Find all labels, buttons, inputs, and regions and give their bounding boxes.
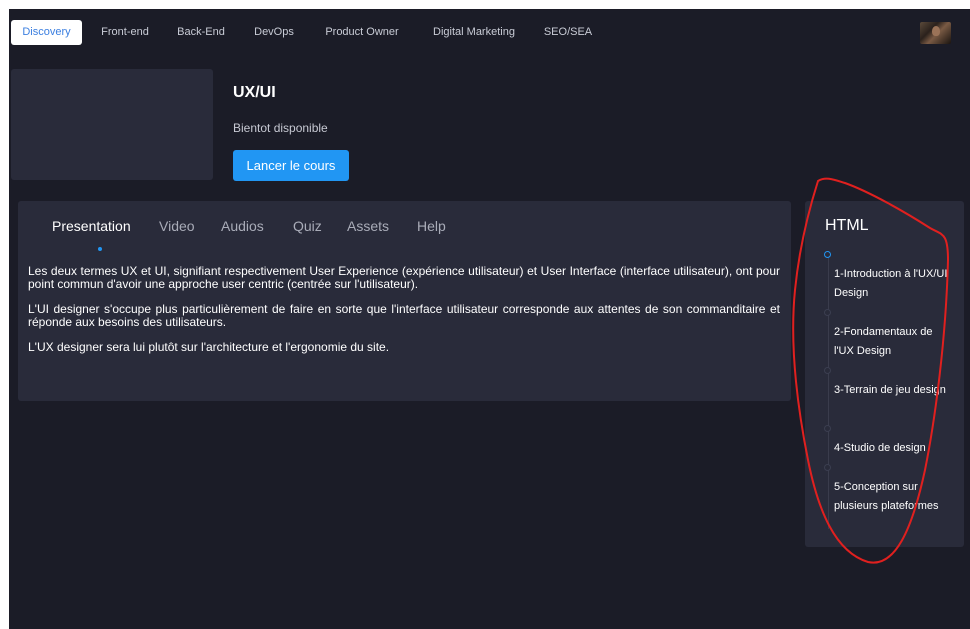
course-thumbnail bbox=[11, 69, 213, 180]
module-title: HTML bbox=[825, 217, 869, 234]
course-description: Les deux termes UX et UI, signifiant res… bbox=[28, 265, 780, 367]
tab-quiz[interactable]: Quiz bbox=[293, 218, 322, 234]
description-paragraph: L'UX designer sera lui plutôt sur l'arch… bbox=[28, 340, 390, 354]
lesson-marker bbox=[824, 425, 831, 432]
tab-audios[interactable]: Audios bbox=[221, 218, 264, 234]
lesson-marker bbox=[824, 464, 831, 471]
tab-video[interactable]: Video bbox=[159, 218, 195, 234]
lesson-marker bbox=[824, 367, 831, 374]
active-tab-indicator bbox=[98, 247, 102, 251]
course-title: UX/UI bbox=[233, 84, 276, 101]
top-nav: Discovery Front-end Back-End DevOps Prod… bbox=[9, 9, 970, 55]
lesson-marker bbox=[824, 309, 831, 316]
nav-tab-digital-marketing[interactable]: Digital Marketing bbox=[425, 20, 523, 45]
content-panel: Presentation Video Audios Quiz Assets He… bbox=[18, 201, 791, 401]
timeline-line bbox=[828, 251, 829, 529]
launch-course-button[interactable]: Lancer le cours bbox=[233, 150, 349, 181]
description-paragraph: Les deux termes UX et UI, signifiant res… bbox=[28, 264, 780, 291]
tab-presentation[interactable]: Presentation bbox=[52, 218, 131, 234]
tab-help[interactable]: Help bbox=[417, 218, 446, 234]
nav-tab-seo-sea[interactable]: SEO/SEA bbox=[538, 20, 598, 45]
nav-tab-back-end[interactable]: Back-End bbox=[171, 20, 231, 45]
nav-tab-devops[interactable]: DevOps bbox=[249, 20, 299, 45]
nav-tab-front-end[interactable]: Front-end bbox=[93, 20, 157, 45]
content-tabs: Presentation Video Audios Quiz Assets He… bbox=[18, 201, 791, 251]
description-paragraph: L'UI designer s'occupe plus particulière… bbox=[28, 302, 780, 329]
module-panel: HTML 1-Introduction à l'UX/UI Design 2-F… bbox=[805, 201, 964, 547]
lesson-item-4[interactable]: 4-Studio de design bbox=[834, 439, 952, 458]
tab-assets[interactable]: Assets bbox=[347, 218, 389, 234]
app-window: Discovery Front-end Back-End DevOps Prod… bbox=[9, 9, 970, 629]
nav-tab-product-owner[interactable]: Product Owner bbox=[322, 20, 402, 45]
lesson-item-5[interactable]: 5-Conception sur plusieurs plateformes bbox=[834, 478, 952, 516]
lesson-item-3[interactable]: 3-Terrain de jeu design bbox=[834, 381, 952, 400]
lesson-item-2[interactable]: 2-Fondamentaux de l'UX Design bbox=[834, 323, 952, 361]
course-status: Bientot disponible bbox=[233, 121, 328, 135]
lesson-item-1[interactable]: 1-Introduction à l'UX/UI Design bbox=[834, 265, 952, 303]
lesson-marker bbox=[824, 251, 831, 258]
nav-tab-discovery[interactable]: Discovery bbox=[11, 20, 82, 45]
avatar[interactable] bbox=[920, 22, 951, 44]
